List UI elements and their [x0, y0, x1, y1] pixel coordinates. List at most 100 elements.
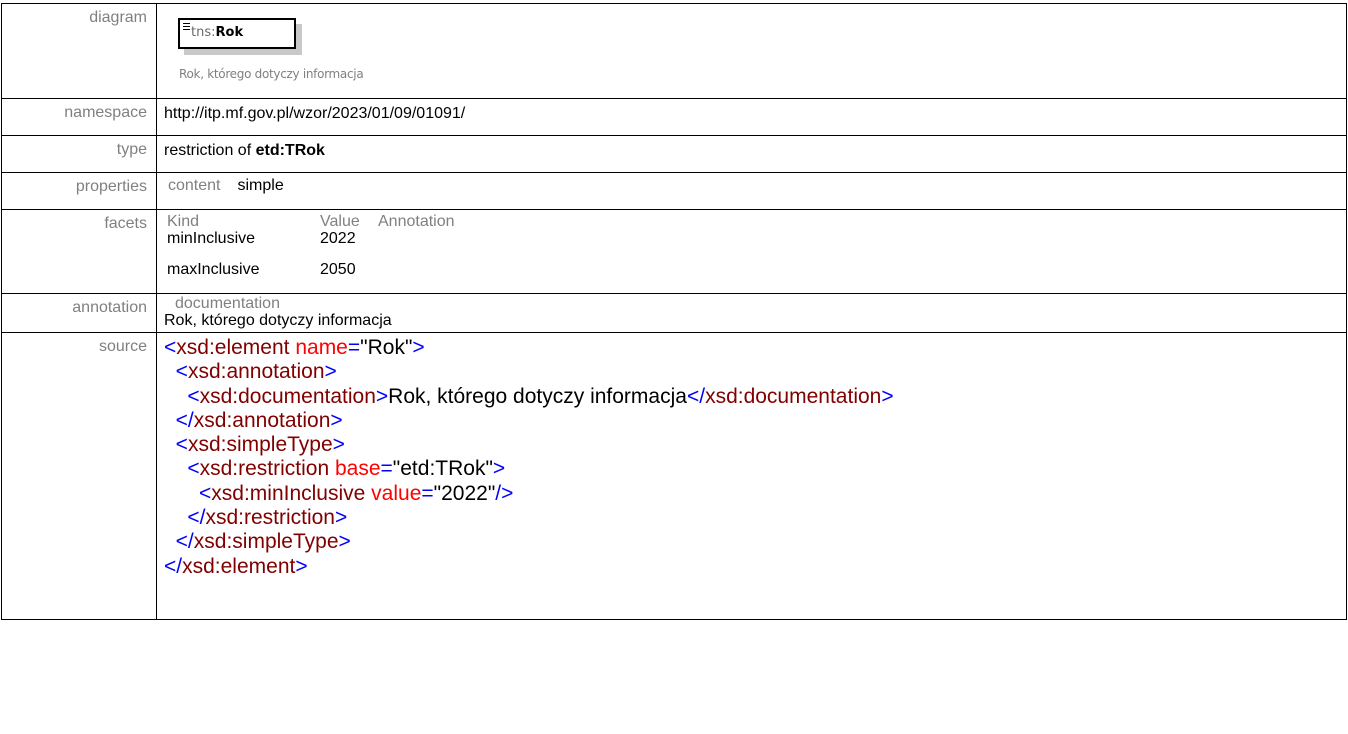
source-attribute-value: "Rok": [360, 336, 413, 359]
annotation-text: Rok, którego dotyczy informacja: [164, 312, 392, 329]
facets-table: Kind Value Annotation minInclusive 2022 …: [167, 214, 455, 279]
facet-kind: minInclusive: [167, 230, 256, 247]
namespace-cell: http://itp.mf.gov.pl/wzor/2023/01/09/010…: [156, 98, 1347, 136]
source-bracket: />: [495, 481, 514, 505]
source-equals: =: [380, 457, 393, 481]
diagram: tns:Rok Rok, którego dotyczy informacja: [157, 4, 1346, 93]
facets-header-kind: Kind: [167, 213, 200, 230]
facet-annotation: [378, 248, 455, 279]
facet-row: minInclusive 2022: [167, 230, 455, 248]
row-diagram: diagram tns:Rok Rok, którego dotyczy inf…: [1, 3, 1347, 99]
source-code: <xsd:element name="Rok"> <xsd:annotation…: [164, 333, 1346, 579]
row-namespace: namespace http://itp.mf.gov.pl/wzor/2023…: [1, 98, 1347, 136]
source-indent: [164, 385, 187, 408]
source-bracket: <: [199, 481, 212, 505]
source-bracket: >: [412, 336, 425, 359]
annotation-header: documentation: [175, 295, 280, 312]
source-line: </xsd:annotation>: [164, 409, 1346, 433]
source-bracket: >: [330, 408, 343, 432]
source-tag: xsd:restriction: [205, 506, 335, 530]
source-line: <xsd:simpleType>: [164, 433, 1346, 457]
facet-kind: maxInclusive: [167, 261, 260, 278]
namespace-value: http://itp.mf.gov.pl/wzor/2023/01/09/010…: [164, 105, 466, 122]
type-cell: restriction of etd:TRok: [156, 135, 1347, 173]
row-source: source <xsd:element name="Rok"> <xsd:ann…: [1, 332, 1347, 620]
source-bracket: </: [164, 554, 183, 578]
source-line: <xsd:restriction base="etd:TRok">: [164, 457, 1346, 481]
source-bracket: <: [187, 457, 200, 481]
source-bracket: <: [164, 336, 177, 359]
source-tag: xsd:restriction: [199, 457, 330, 481]
source-bracket: </: [175, 530, 194, 554]
row-type: type restriction of etd:TRok: [1, 135, 1347, 173]
source-line: </xsd:element>: [164, 555, 1346, 579]
diagram-namespace-prefix: tns:: [191, 25, 216, 40]
source-bracket: >: [375, 384, 389, 408]
properties-cell: content simple: [156, 172, 1347, 210]
source-cell: <xsd:element name="Rok"> <xsd:annotation…: [156, 332, 1347, 620]
source-text: Rok, którego dotyczy informacja: [388, 384, 687, 408]
source-attribute: base: [329, 457, 381, 481]
source-bracket: </: [187, 506, 206, 530]
source-tag: xsd:documentation: [199, 384, 376, 408]
source-indent: [164, 409, 176, 432]
source-bracket: >: [295, 554, 308, 578]
source-bracket: <: [175, 360, 188, 384]
source-indent: [164, 506, 187, 529]
facet-annotation: [378, 230, 455, 248]
row-label-facets: facets: [1, 209, 157, 294]
source-indent: [164, 433, 176, 456]
type-prefix: restriction of: [164, 142, 256, 159]
row-label-type: type: [1, 135, 157, 173]
source-bracket: >: [335, 506, 348, 530]
facet-value: 2022: [320, 230, 356, 247]
source-bracket: </: [686, 384, 706, 408]
source-indent: [164, 530, 176, 553]
facets-header: Kind Value Annotation: [167, 214, 455, 230]
property-value: simple: [237, 177, 284, 194]
row-facets: facets Kind Value Annotation minInclusiv…: [1, 209, 1347, 294]
source-bracket: >: [881, 384, 894, 408]
facet-value: 2050: [320, 261, 356, 278]
property-key: content: [168, 177, 221, 194]
source-line: <xsd:minInclusive value="2022"/>: [164, 482, 1346, 506]
source-line: </xsd:restriction>: [164, 506, 1346, 530]
source-indent: [164, 457, 187, 480]
source-line: <xsd:element name="Rok">: [164, 336, 1346, 360]
element-doc-table: diagram tns:Rok Rok, którego dotyczy inf…: [1, 3, 1347, 620]
row-label-namespace: namespace: [1, 98, 157, 136]
source-bracket: >: [324, 360, 337, 384]
source-attribute: value: [365, 481, 422, 505]
source-tag: xsd:simpleType: [187, 433, 333, 457]
source-line: <xsd:annotation>: [164, 360, 1346, 384]
source-bracket: >: [332, 433, 345, 457]
source-indent: [164, 360, 176, 383]
diagram-element-label: tns:Rok: [191, 25, 243, 40]
row-label-annotation: annotation: [1, 293, 157, 333]
source-attribute-value: "etd:TRok": [392, 457, 493, 481]
source-line: <xsd:documentation>Rok, którego dotyczy …: [164, 385, 1346, 409]
facets-header-annotation: Annotation: [378, 213, 455, 230]
source-tag: xsd:element: [176, 336, 290, 359]
facets-cell: Kind Value Annotation minInclusive 2022 …: [156, 209, 1347, 294]
row-label-properties: properties: [1, 172, 157, 210]
diagram-element-box[interactable]: tns:Rok: [178, 18, 296, 49]
source-line: </xsd:simpleType>: [164, 530, 1346, 554]
source-equals: =: [347, 336, 361, 359]
source-bracket: </: [175, 408, 194, 432]
source-attribute: name: [289, 336, 348, 359]
annotation-cell: documentation Rok, którego dotyczy infor…: [156, 293, 1347, 333]
source-bracket: >: [492, 457, 506, 481]
row-label-source: source: [1, 332, 157, 620]
row-properties: properties content simple: [1, 172, 1347, 210]
facets-header-value: Value: [320, 213, 360, 230]
property-content: content simple: [157, 173, 1346, 195]
source-bracket: <: [187, 384, 200, 408]
source-attribute-value: "2022": [433, 481, 496, 505]
facet-row: maxInclusive 2050: [167, 248, 455, 279]
source-tag: xsd:annotation: [187, 360, 325, 384]
type-base-link[interactable]: etd:TRok: [256, 142, 325, 159]
source-bracket: <: [175, 433, 188, 457]
source-tag: xsd:element: [182, 554, 296, 578]
source-tag: xsd:simpleType: [193, 530, 339, 554]
